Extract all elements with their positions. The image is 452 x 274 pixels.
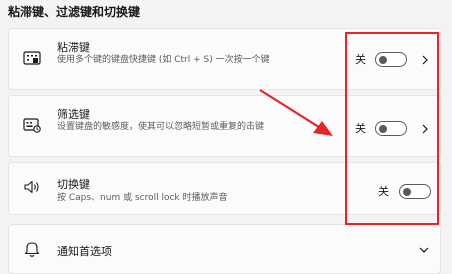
filter-keys-row[interactable]: 筛选键 设置键盘的敏感度，使其可以忽略短暂或重复的击键 关 [8, 95, 441, 157]
notification-preferences-row[interactable]: 通知首选项 [8, 224, 441, 274]
sticky-keys-title: 粘滞键 [57, 41, 90, 54]
keyboard-sticky-icon [23, 49, 41, 67]
toggle-knob [403, 187, 411, 196]
sticky-keys-row[interactable]: 粘滞键 使用多个键的键盘快捷键 (如 Ctrl + S) 一次按一个键 关 [8, 28, 441, 90]
sticky-keys-toggle[interactable] [375, 52, 407, 67]
bell-icon [23, 240, 41, 258]
toggle-knob [379, 55, 387, 64]
toggle-knob [379, 124, 387, 133]
section-title: 粘滞键、过滤键和切换键 [8, 5, 141, 19]
sticky-keys-state-label: 关 [355, 53, 366, 66]
filter-keys-title: 筛选键 [57, 108, 90, 121]
notification-preferences-title: 通知首选项 [57, 245, 112, 258]
toggle-keys-toggle[interactable] [399, 184, 431, 199]
toggle-keys-description: 按 Caps、num 或 scroll lock 时播放声音 [57, 193, 228, 203]
chevron-down-icon[interactable] [419, 245, 429, 255]
filter-keys-state-label: 关 [355, 122, 366, 135]
toggle-keys-row[interactable]: 切换键 按 Caps、num 或 scroll lock 时播放声音 关 [8, 162, 441, 215]
keyboard-filter-icon [23, 116, 41, 134]
chevron-right-icon[interactable] [420, 124, 430, 134]
speaker-icon [23, 178, 41, 196]
filter-keys-description: 设置键盘的敏感度，使其可以忽略短暂或重复的击键 [57, 122, 265, 132]
toggle-keys-state-label: 关 [378, 185, 389, 198]
sticky-keys-description: 使用多个键的键盘快捷键 (如 Ctrl + S) 一次按一个键 [57, 55, 270, 65]
chevron-right-icon[interactable] [420, 55, 430, 65]
toggle-keys-title: 切换键 [57, 178, 90, 191]
filter-keys-toggle[interactable] [375, 121, 407, 136]
